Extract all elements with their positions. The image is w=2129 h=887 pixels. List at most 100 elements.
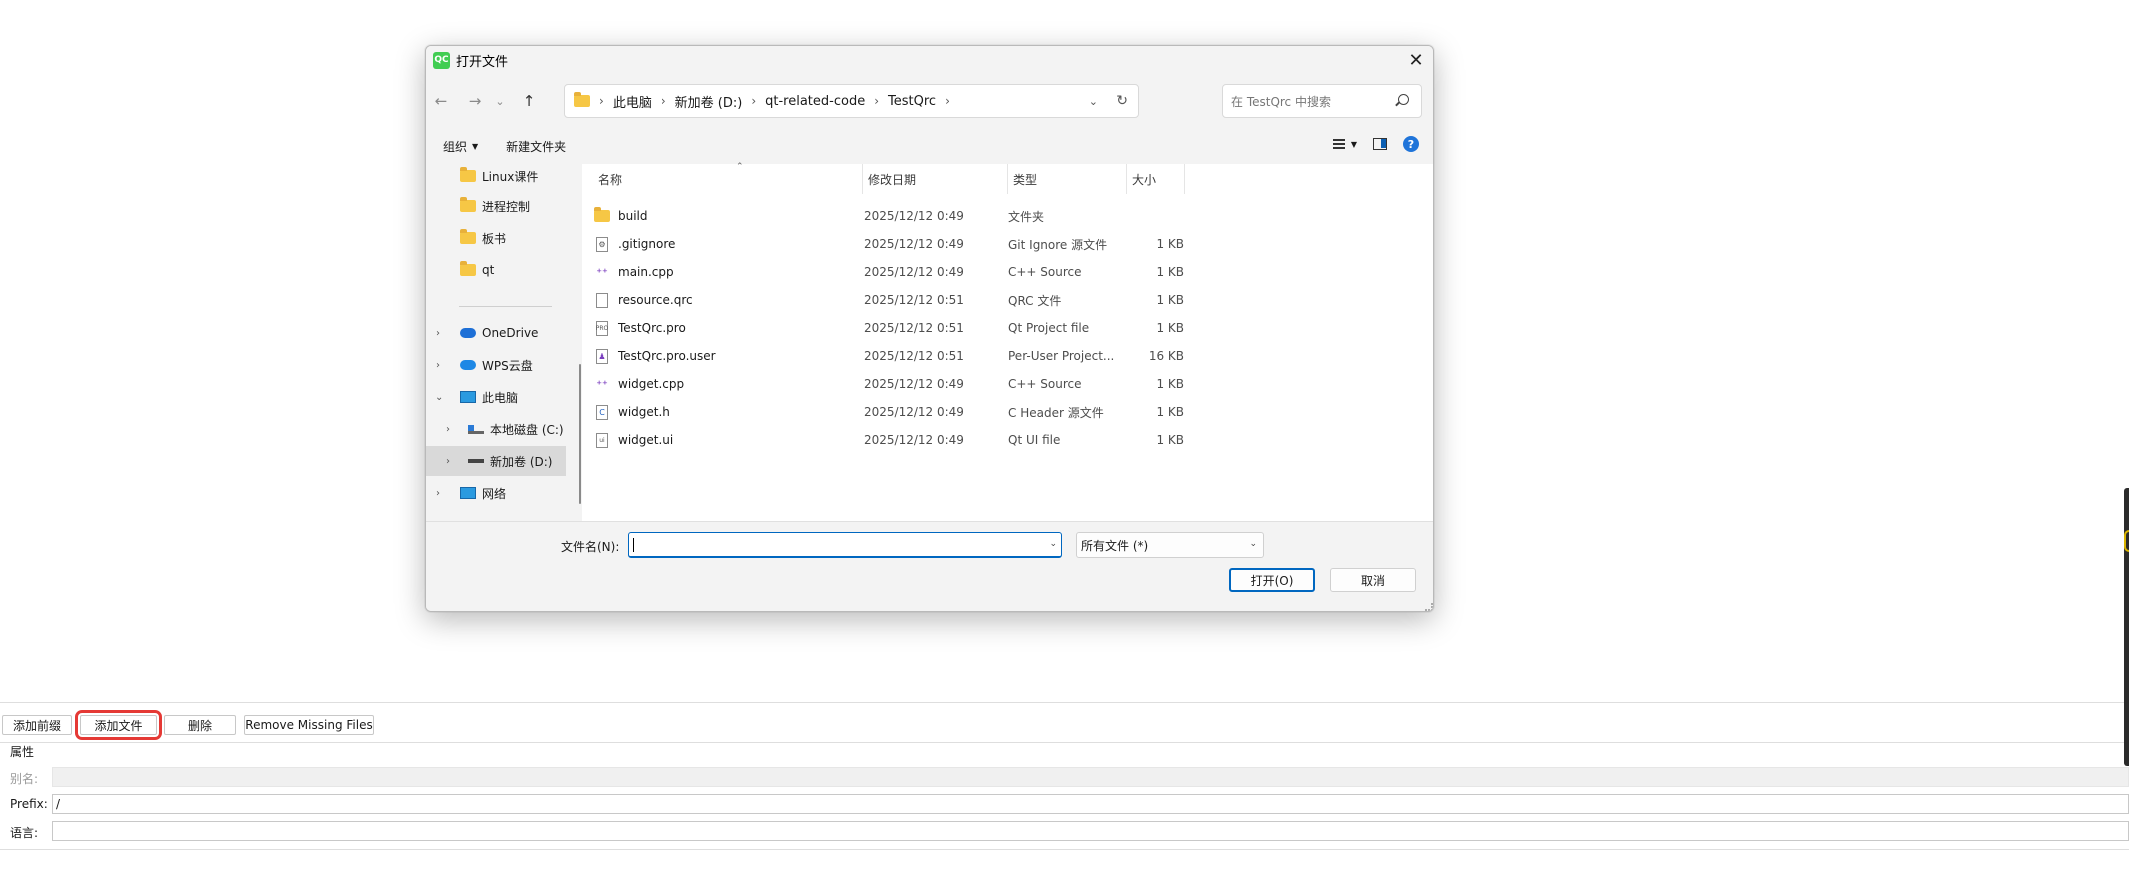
forward-arrow-icon[interactable]: → bbox=[462, 84, 488, 118]
file-name: .gitignore bbox=[618, 237, 676, 251]
cancel-button[interactable]: 取消 bbox=[1330, 568, 1416, 592]
tree-divider bbox=[459, 306, 552, 307]
file-name-cell: Cwidget.h bbox=[594, 398, 824, 426]
file-name: widget.cpp bbox=[618, 377, 685, 391]
recent-locations-icon[interactable]: ⌄ bbox=[492, 84, 508, 118]
file-row-gitignore[interactable]: ⚙ .gitignore 2025/12/12 0:49 Git Ignore 源… bbox=[582, 230, 1184, 258]
file-type-filter-select[interactable]: 所有文件 (*) ⌄ bbox=[1076, 532, 1264, 558]
tree-item-drive-d[interactable]: › 新加卷 (D:) bbox=[426, 446, 566, 476]
column-header-size[interactable]: 大小 bbox=[1127, 164, 1184, 194]
help-icon[interactable]: ? bbox=[1403, 136, 1419, 152]
file-row-testqrc-pro-user[interactable]: ♟ TestQrc.pro.user 2025/12/12 0:51 Per-Us… bbox=[582, 342, 1184, 370]
navigation-bar: ← → ⌄ ↑ › 此电脑 › 新加卷 (D:) › qt-related-co… bbox=[426, 84, 1433, 118]
prefix-field[interactable]: / bbox=[52, 794, 2129, 814]
file-name: TestQrc.pro.user bbox=[618, 349, 716, 363]
scrollbar-thumb[interactable] bbox=[579, 364, 581, 504]
sort-ascending-icon: ⌃ bbox=[736, 162, 744, 172]
dialog-titlebar: QC 打开文件 ✕ bbox=[426, 46, 1433, 74]
file-name-cell: PRO TestQrc.pro bbox=[594, 314, 824, 342]
disk-icon bbox=[468, 459, 484, 463]
column-divider[interactable] bbox=[1184, 164, 1185, 194]
user-file-icon: ♟ bbox=[596, 348, 608, 364]
tree-item-drive-c[interactable]: › 本地磁盘 (C:) bbox=[426, 414, 566, 444]
file-date: 2025/12/12 0:49 bbox=[864, 265, 964, 279]
address-bar[interactable]: › 此电脑 › 新加卷 (D:) › qt-related-code › Tes… bbox=[564, 84, 1139, 118]
filter-value: 所有文件 (*) bbox=[1081, 538, 1149, 553]
tree-item-label: WPS云盘 bbox=[482, 358, 533, 373]
breadcrumb-qt-related-code[interactable]: qt-related-code bbox=[765, 94, 865, 109]
breadcrumb-this-pc[interactable]: 此电脑 bbox=[613, 92, 652, 111]
tree-item-wps[interactable]: › WPS云盘 bbox=[426, 350, 566, 380]
list-view-icon[interactable] bbox=[1332, 139, 1345, 149]
delete-button[interactable]: 删除 bbox=[164, 715, 236, 735]
chevron-down-icon[interactable]: ⌄ bbox=[435, 392, 443, 403]
file-date: 2025/12/12 0:49 bbox=[864, 405, 964, 419]
folder-icon bbox=[460, 229, 476, 244]
file-date: 2025/12/12 0:49 bbox=[864, 433, 964, 447]
column-header-type[interactable]: 类型 bbox=[1008, 164, 1126, 194]
view-dropdown-icon[interactable]: ▼ bbox=[1351, 140, 1357, 149]
breadcrumb-drive-d[interactable]: 新加卷 (D:) bbox=[675, 92, 743, 111]
preview-pane-icon[interactable] bbox=[1373, 138, 1387, 150]
file-row-widget-h[interactable]: Cwidget.h 2025/12/12 0:49 C Header 源文件 1… bbox=[582, 398, 1184, 426]
chevron-right-icon[interactable]: › bbox=[436, 488, 440, 499]
properties-panel: 属性 别名: Prefix: / 语言: bbox=[0, 742, 2129, 850]
add-prefix-button[interactable]: 添加前缀 bbox=[2, 715, 72, 735]
properties-title: 属性 bbox=[10, 745, 35, 759]
back-arrow-icon[interactable]: ← bbox=[428, 84, 454, 118]
search-input[interactable]: 在 TestQrc 中搜索 bbox=[1222, 84, 1422, 118]
file-row-widget-ui[interactable]: ui widget.ui 2025/12/12 0:49 Qt UI file 1… bbox=[582, 426, 1184, 454]
header-file-icon: C bbox=[596, 404, 608, 420]
remove-missing-files-button[interactable]: Remove Missing Files bbox=[244, 715, 374, 735]
close-button[interactable]: ✕ bbox=[1399, 46, 1433, 74]
chevron-right-icon[interactable]: › bbox=[436, 360, 440, 371]
file-name-cell: ui widget.ui bbox=[594, 426, 824, 454]
language-field[interactable] bbox=[52, 821, 2129, 841]
file-row-testqrc-pro[interactable]: PRO TestQrc.pro 2025/12/12 0:51 Qt Projec… bbox=[582, 314, 1184, 342]
disk-icon bbox=[468, 424, 484, 434]
tree-item-qt[interactable]: qt bbox=[426, 255, 566, 285]
tree-item-onedrive[interactable]: › OneDrive bbox=[426, 318, 566, 348]
chevron-right-icon: › bbox=[599, 94, 604, 108]
new-folder-button[interactable]: 新建文件夹 bbox=[506, 138, 566, 155]
up-arrow-icon[interactable]: ↑ bbox=[516, 84, 542, 118]
cpp-file-icon: ⁺⁺ bbox=[596, 377, 608, 391]
language-label: 语言: bbox=[10, 826, 39, 840]
chevron-right-icon: › bbox=[751, 94, 757, 108]
column-header-name[interactable]: 名称 ⌃ bbox=[592, 162, 862, 194]
resize-grip-icon[interactable] bbox=[1425, 603, 1433, 611]
file-size: 1 KB bbox=[1156, 321, 1184, 335]
chevron-down-icon[interactable]: ⌄ bbox=[1249, 539, 1257, 549]
file-row-resource-qrc[interactable]: resource.qrc 2025/12/12 0:51 QRC 文件 1 KB bbox=[582, 286, 1184, 314]
chevron-right-icon[interactable]: › bbox=[446, 424, 450, 435]
chevron-right-icon[interactable]: › bbox=[446, 456, 450, 467]
refresh-icon[interactable]: ↻ bbox=[1116, 93, 1128, 109]
file-row-main-cpp[interactable]: ⁺⁺ main.cpp 2025/12/12 0:49 C++ Source 1 … bbox=[582, 258, 1184, 286]
search-icon[interactable] bbox=[1398, 94, 1409, 105]
organize-menu[interactable]: 组织 ▼ bbox=[443, 138, 478, 155]
file-row-build[interactable]: build 2025/12/12 0:49 文件夹 bbox=[582, 202, 1182, 230]
column-header-date[interactable]: 修改日期 bbox=[863, 164, 1007, 194]
ui-file-icon: ui bbox=[596, 432, 608, 448]
tree-item-board[interactable]: 板书 bbox=[426, 223, 566, 253]
resource-toolbar: 添加前缀 添加文件 删除 Remove Missing Files bbox=[0, 702, 2129, 742]
tree-item-process-control[interactable]: 进程控制 bbox=[426, 191, 566, 221]
tree-item-this-pc[interactable]: ⌄ 此电脑 bbox=[426, 382, 566, 412]
tree-item-linux[interactable]: Linux课件 bbox=[426, 161, 566, 191]
chevron-right-icon: › bbox=[660, 94, 666, 108]
address-dropdown-icon[interactable]: ⌄ bbox=[1089, 95, 1098, 108]
generic-file-icon bbox=[596, 292, 608, 308]
chevron-down-icon[interactable]: ⌄ bbox=[1049, 539, 1057, 549]
dialog-footer: 文件名(N): ⌄ 所有文件 (*) ⌄ 打开(O) 取消 bbox=[426, 521, 1433, 611]
tree-item-network[interactable]: › 网络 bbox=[426, 478, 566, 508]
cpp-file-icon: ⁺⁺ bbox=[596, 265, 608, 279]
chevron-right-icon[interactable]: › bbox=[436, 328, 440, 339]
file-name: build bbox=[618, 209, 648, 223]
breadcrumb-testqrc[interactable]: TestQrc bbox=[888, 94, 936, 109]
file-row-widget-cpp[interactable]: ⁺⁺ widget.cpp 2025/12/12 0:49 C++ Source … bbox=[582, 370, 1184, 398]
tree-item-label: 新加卷 (D:) bbox=[490, 454, 553, 469]
tree-item-label: qt bbox=[482, 263, 495, 277]
add-files-button[interactable]: 添加文件 bbox=[75, 710, 162, 740]
open-button[interactable]: 打开(O) bbox=[1229, 568, 1315, 592]
filename-input[interactable]: ⌄ bbox=[628, 532, 1062, 558]
